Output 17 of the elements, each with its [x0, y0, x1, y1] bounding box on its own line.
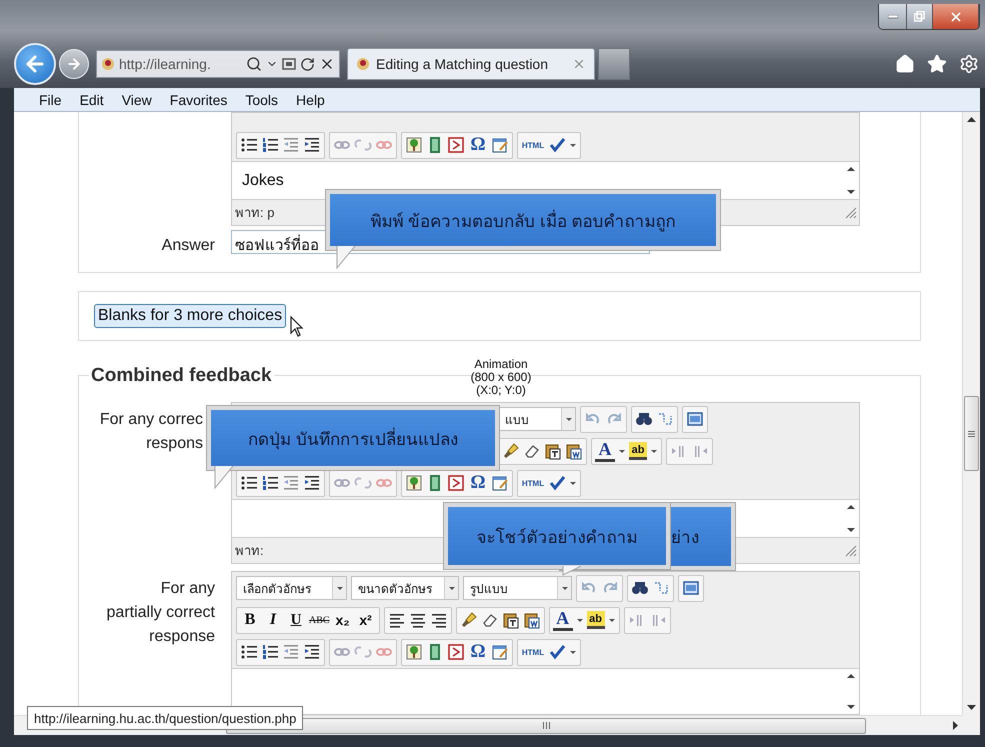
status-url-tooltip: http://ilearning.hu.ac.th/question/question.php — [27, 706, 304, 730]
field-label: response — [149, 627, 215, 647]
editor-text: Jokes — [242, 172, 284, 189]
path-text: พาท: p — [235, 204, 274, 222]
callout-text: กดปุ่ม บันทึกการเปลี่ยนแปลง — [248, 426, 458, 452]
field-label: For any — [160, 579, 215, 599]
callout-text: พิมพ์ ข้อความตอบกลับ เมื่อ ตอบคำถามถูก — [370, 208, 676, 234]
field-label: respons — [146, 434, 203, 454]
tooltip-text: (X:0; Y:0) — [476, 384, 526, 397]
path-text: พาท: — [235, 542, 264, 560]
tooltip-text: (800 x 600) — [470, 371, 532, 384]
field-label: For any correc — [100, 410, 203, 430]
callout-text: จะโชว์ตัวอย่างคำถาม — [476, 526, 638, 548]
tooltip-text: Animation — [474, 358, 528, 371]
answer-label: Answer — [162, 236, 215, 256]
callout-text: ย่าง — [671, 527, 699, 549]
field-label: partially correct — [106, 603, 215, 623]
